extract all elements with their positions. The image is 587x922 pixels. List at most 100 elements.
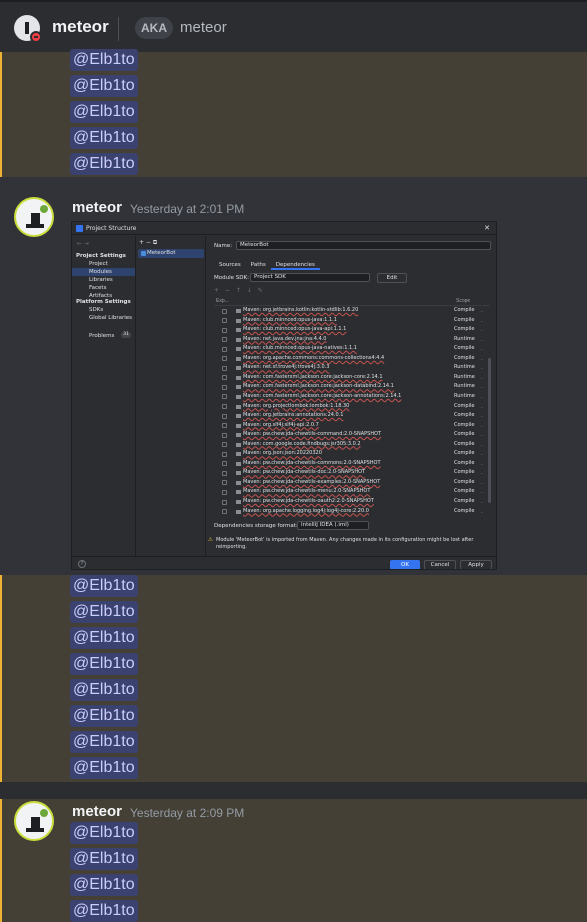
dependency-name: Maven: club.minnced:opus-java-api:1.1.1 [243,326,347,333]
dependency-toolbar: + − ↑ ↓ ✎ [214,287,265,294]
dependency-scope: Runtime [454,373,475,380]
nav-item-problems: Problems 31 [72,332,135,340]
author-name[interactable]: meteor [72,803,122,820]
chevron-down-icon: ⌄ [480,336,484,342]
dependency-scope: Compile [454,440,475,447]
dependency-row: Maven: club.minnced:opus-java-api:1.1.1 C… [214,326,486,334]
dependency-scope: Compile [454,488,475,495]
export-checkbox [222,337,227,343]
author-name[interactable]: meteor [72,199,122,216]
dependency-row: Maven: pw.chew:jda-chewtils-menu:2.0-SNA… [214,488,486,496]
dependency-row: Maven: pw.chew:jda-chewtils-commons:2.0-… [214,460,486,468]
dependency-name: Maven: org.apache.commons:commons-collec… [243,354,385,361]
dependency-row: Maven: pw.chew:jda-chewtils-command:2.0-… [214,431,486,439]
user-mention[interactable]: @Elb1to [70,679,138,701]
user-mention[interactable]: @Elb1to [70,49,138,71]
library-icon [236,452,241,457]
user-mention[interactable]: @Elb1to [70,601,138,623]
nav-item: Project [89,261,108,267]
export-checkbox [222,489,227,495]
user-mention[interactable]: @Elb1to [70,575,138,597]
library-icon [236,480,241,485]
chevron-down-icon: ⌄ [480,432,484,438]
library-icon [236,366,241,371]
export-checkbox [222,384,227,390]
dependency-name: Maven: org.slf4j:slf4j-api:2.0.7 [243,421,319,428]
dependency-name: Maven: net.java.dev.jna:jna:4.4.0 [243,335,327,342]
dependency-scope: Compile [454,431,475,438]
dependency-name: Maven: org.jetbrains:annotations:24.0.1 [243,412,344,419]
sdk-dropdown: Project SDK [250,273,370,282]
chevron-down-icon: ⌄ [480,470,484,476]
nav-item-label: Problems [89,333,115,339]
dependency-row: Maven: org.jetbrains:annotations:24.0.1 C… [214,412,486,420]
nav-section-title: Project Settings [76,253,126,259]
library-icon [236,318,241,323]
chevron-down-icon: ⌄ [480,499,484,504]
scrollbar [488,358,491,503]
nav-item: Libraries [89,277,113,283]
dependency-name: Maven: pw.chew:jda-chewtils-command:2.0-… [243,431,382,438]
aka-badge: AKA [135,17,173,39]
tab-paths: Paths [250,262,266,268]
chevron-down-icon: ⌄ [480,308,484,313]
dependency-scope: Runtime [454,335,475,342]
nav-section-title: Platform Settings [76,299,131,305]
message-timestamp[interactable]: Yesterday at 2:01 PM [130,202,244,216]
user-mention[interactable]: @Elb1to [70,101,138,123]
dependency-scope: Compile [454,354,475,361]
chevron-down-icon: ⌄ [480,317,484,323]
user-mention[interactable]: @Elb1to [70,822,138,844]
user-mention[interactable]: @Elb1to [70,153,138,175]
nav-item: SDKs [89,307,104,313]
user-mention[interactable]: @Elb1to [70,874,138,896]
library-icon [236,442,241,447]
dependency-scope: Compile [454,459,475,466]
export-checkbox [222,461,227,467]
dependency-row: Maven: net.java.dev.jna:jna:4.4.0 Runtime… [214,336,486,344]
user-mention[interactable]: @Elb1to [70,705,138,727]
module-item: MeteorBot [138,249,204,258]
ide-settings-nav: ← → Project Settings Project Modules Lib… [72,236,136,556]
user-mention[interactable]: @Elb1to [70,848,138,870]
dependency-name: Maven: org.projectlombok:lombok:1.18.30 [243,402,350,409]
library-icon [236,414,241,419]
library-icon [236,471,241,476]
dependency-name: Maven: pw.chew:jda-chewtils-commons:2.0-… [243,459,381,466]
dependency-name: Maven: club.minnced:opus-java:1.1.1 [243,316,337,323]
message-timestamp[interactable]: Yesterday at 2:09 PM [130,806,244,820]
export-checkbox [222,394,227,400]
back-forward-icon: ← → [77,240,89,247]
dependency-scope: Compile [454,412,475,419]
user-mention[interactable]: @Elb1to [70,900,138,922]
export-checkbox [222,442,227,448]
storage-format-label: Dependencies storage format: [214,523,298,529]
problems-count-badge: 31 [121,332,131,338]
chevron-down-icon: ⌄ [480,403,484,409]
edit-button: Edit [377,273,407,283]
library-icon [236,328,241,333]
user-mention[interactable]: @Elb1to [70,127,138,149]
library-icon [236,356,241,361]
user-mention[interactable]: @Elb1to [70,75,138,97]
export-checkbox [222,356,227,362]
dependency-row: Maven: net.sf.trove4j:trove4j:3.0.3 Runti… [214,364,486,372]
dependency-name: Maven: com.fasterxml.jackson.core:jackso… [243,373,383,380]
user-mention[interactable]: @Elb1to [70,757,138,779]
dependency-row: Maven: com.google.code.findbugs:jsr305:3… [214,441,486,449]
user-mention[interactable]: @Elb1to [70,731,138,753]
export-checkbox [222,318,227,324]
column-export: Exp... [216,298,229,304]
library-icon [236,385,241,390]
nav-item: Modules [72,268,135,276]
user-mention[interactable]: @Elb1to [70,653,138,675]
ide-module-list: + − ⧉ MeteorBot [136,236,206,556]
author-avatar[interactable] [14,801,54,841]
export-checkbox [222,365,227,371]
author-avatar[interactable] [14,197,54,237]
tab-dependencies: Dependencies [270,260,320,270]
close-icon: ✕ [484,224,490,232]
user-mention[interactable]: @Elb1to [70,627,138,649]
dependency-scope: Runtime [454,383,475,390]
dependency-row: Maven: com.fasterxml.jackson.core:jackso… [214,383,486,391]
